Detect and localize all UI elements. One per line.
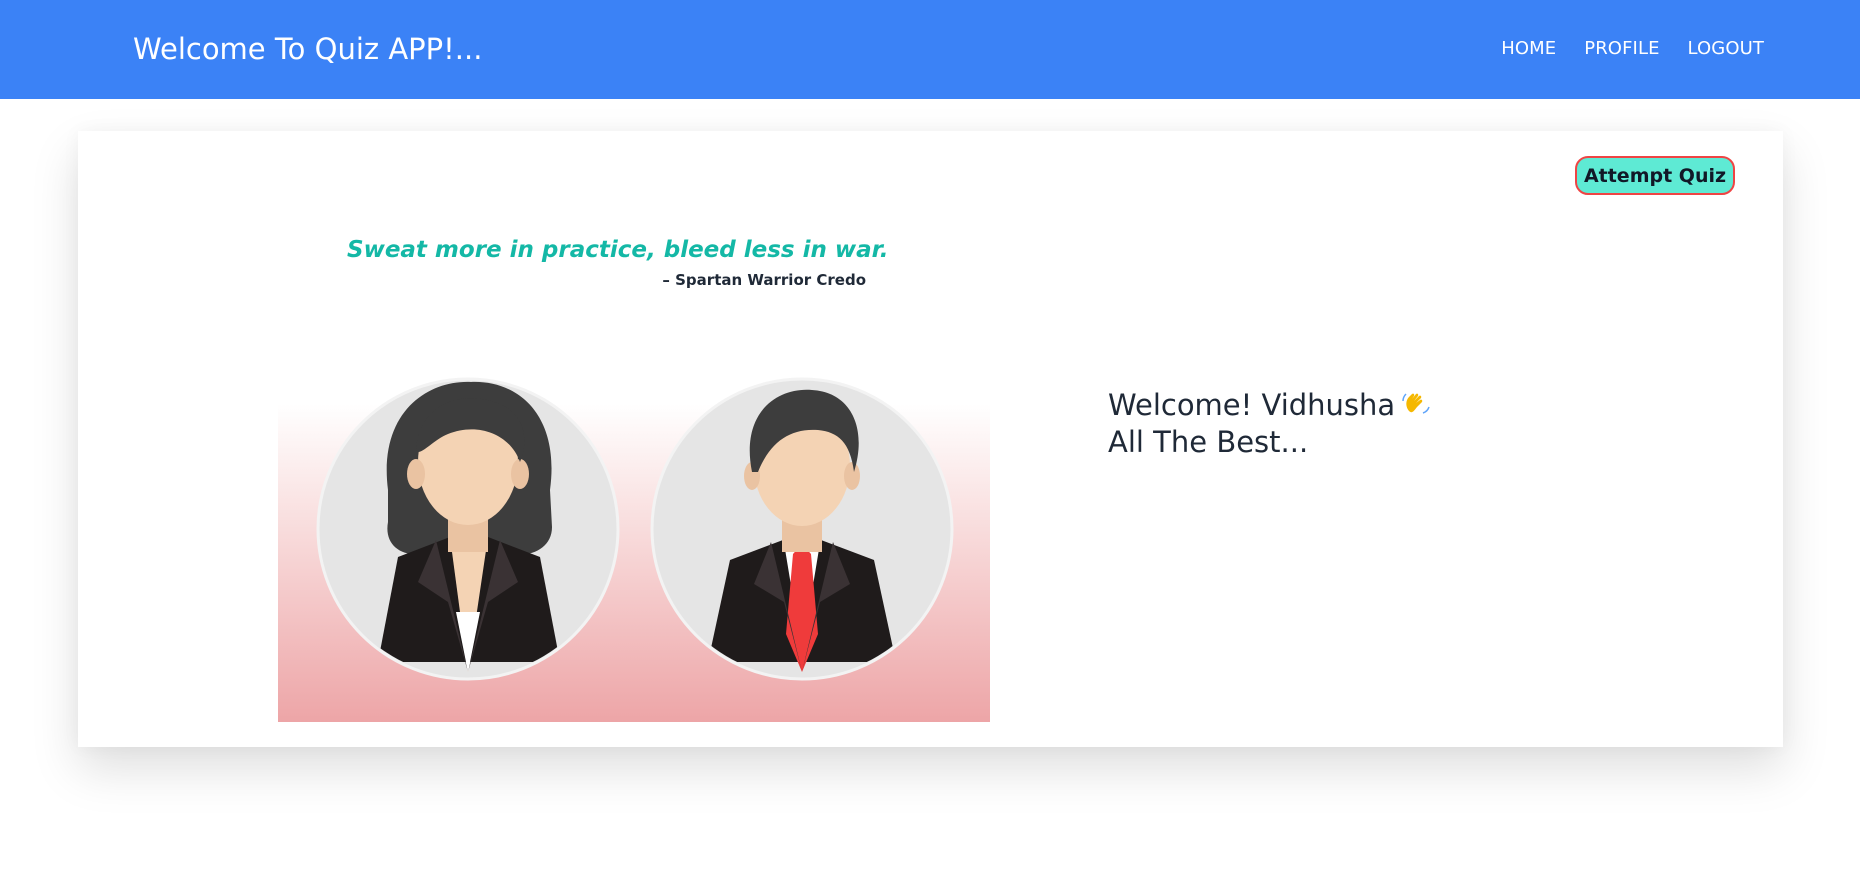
welcome-message: Welcome! Vidhusha All The Best... [1108, 387, 1431, 461]
nav-links: HOME PROFILE LOGOUT [1501, 38, 1764, 59]
welcome-line: Welcome! Vidhusha [1108, 387, 1431, 424]
brand-title[interactable]: Welcome To Quiz APP!... [133, 32, 482, 66]
navbar: Welcome To Quiz APP!... HOME PROFILE LOG… [0, 0, 1860, 99]
male-avatar [650, 377, 954, 681]
nav-profile-link[interactable]: PROFILE [1584, 38, 1659, 59]
waving-hand-icon [1402, 393, 1430, 414]
avatar-illustration [278, 377, 990, 722]
female-avatar [316, 377, 620, 681]
all-the-best-text: All The Best... [1108, 425, 1309, 459]
attempt-quiz-button[interactable]: Attempt Quiz [1575, 156, 1735, 195]
welcome-text: Welcome! Vidhusha [1108, 388, 1396, 422]
quote-author: – Spartan Warrior Credo [662, 271, 866, 289]
motivational-quote: Sweat more in practice, bleed less in wa… [347, 237, 889, 263]
nav-home-link[interactable]: HOME [1501, 38, 1556, 59]
nav-logout-link[interactable]: LOGOUT [1688, 38, 1764, 59]
